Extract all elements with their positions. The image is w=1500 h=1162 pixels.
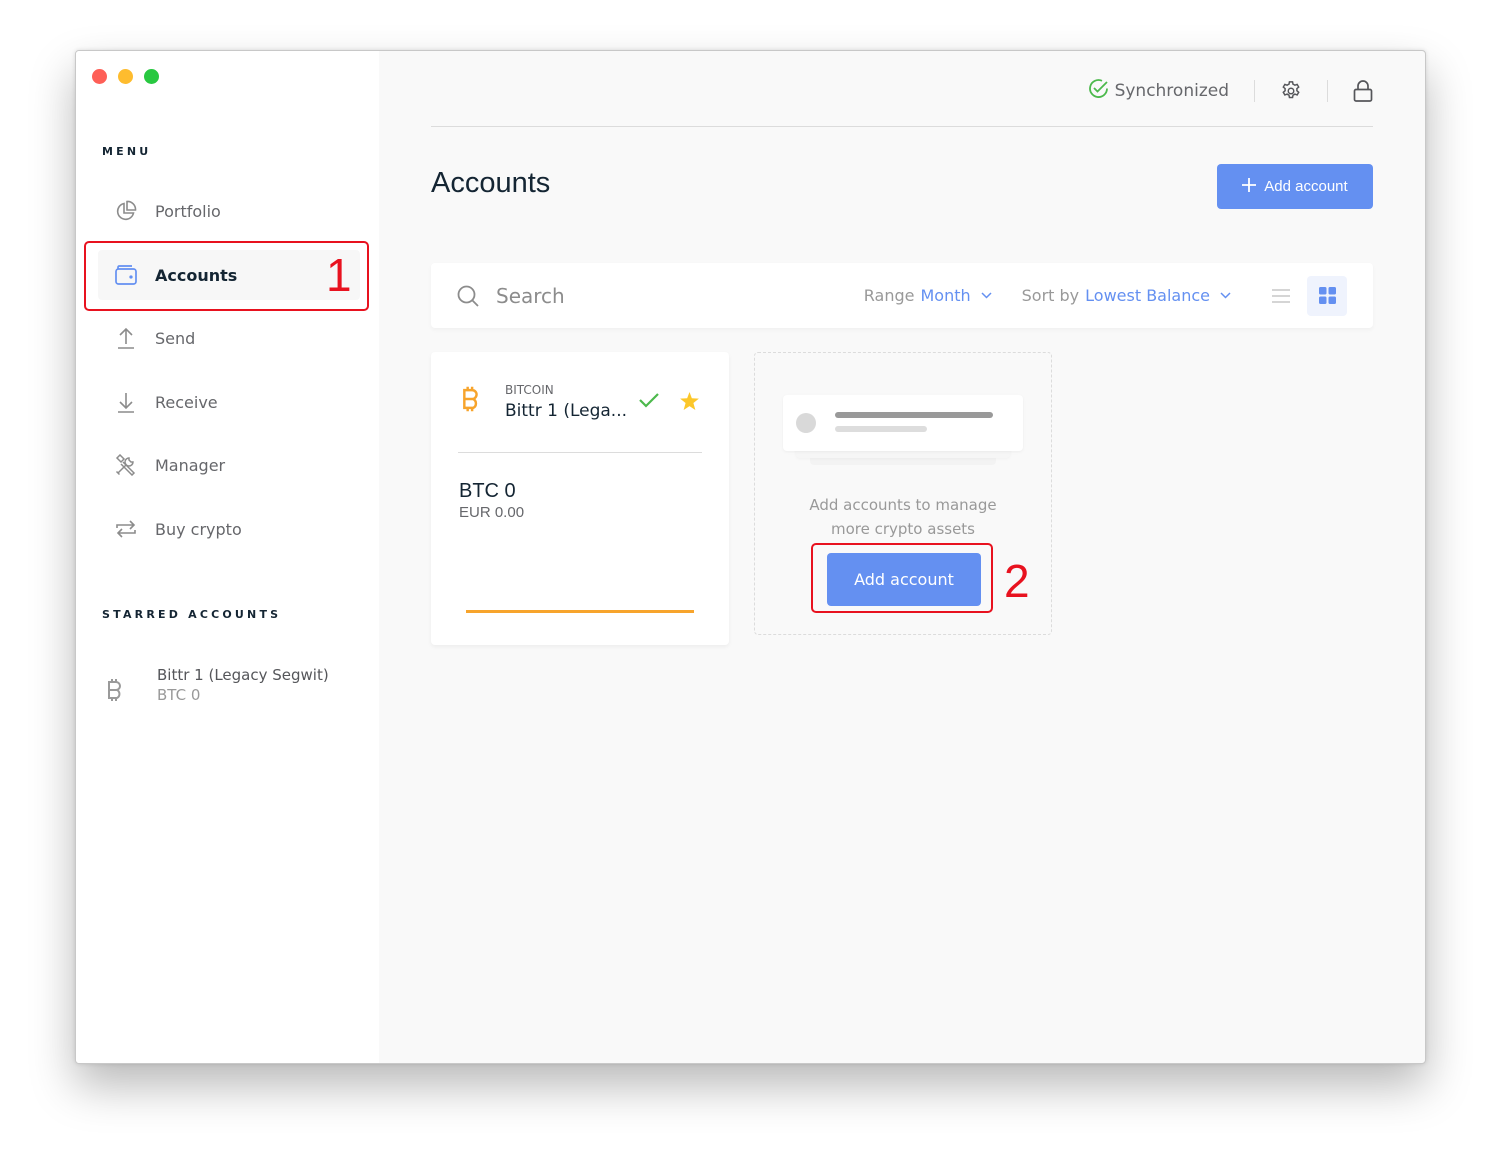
annotation-number-1: 1	[326, 249, 352, 301]
accounts-toolbar: Range Month Sort by Lowest Balance	[431, 263, 1373, 328]
sync-status-label: Synchronized	[1114, 81, 1229, 101]
placeholder-illustration	[783, 395, 1023, 465]
balance-sparkline	[466, 610, 694, 613]
account-fiat-balance: EUR 0.00	[459, 504, 525, 521]
sidebar-item-portfolio[interactable]: Portfolio	[98, 186, 360, 236]
sidebar-item-label: Send	[155, 328, 196, 348]
account-currency-family: BITCOIN	[505, 383, 554, 397]
star-icon[interactable]	[680, 392, 699, 414]
search-icon	[457, 285, 479, 307]
bitcoin-icon	[461, 385, 481, 417]
sort-value: Lowest Balance	[1085, 286, 1210, 305]
range-label: Range	[863, 286, 915, 305]
topbar-divider	[431, 126, 1373, 127]
account-name: Bittr 1 (Lega...	[505, 401, 628, 421]
starred-account-name: Bittr 1 (Legacy Segwit)	[157, 666, 329, 684]
hint-line-2: more crypto assets	[830, 520, 975, 538]
search-input[interactable]	[496, 283, 796, 308]
divider	[1327, 80, 1328, 102]
account-card[interactable]: BITCOIN Bittr 1 (Lega... BTC 0 EUR 0.00	[431, 352, 729, 645]
sidebar-item-buy-crypto[interactable]: Buy crypto	[98, 504, 360, 554]
bitcoin-icon	[106, 678, 128, 706]
menu-title: MENU	[102, 145, 152, 158]
divider	[1254, 80, 1255, 102]
close-window-button[interactable]	[92, 69, 107, 84]
sort-label: Sort by	[1021, 286, 1080, 305]
starred-account-item[interactable]: Bittr 1 (Legacy Segwit) BTC 0	[106, 666, 329, 706]
grid-view-button[interactable]	[1307, 275, 1347, 316]
add-account-label: Add account	[1264, 178, 1348, 195]
sidebar-item-label: Receive	[155, 392, 218, 412]
add-account-button[interactable]: Add account	[1217, 164, 1373, 209]
pie-chart-icon	[114, 199, 138, 223]
sidebar-item-label: Portfolio	[155, 201, 221, 221]
exchange-icon	[114, 517, 138, 541]
range-value: Month	[920, 286, 971, 305]
page-title: Accounts	[431, 167, 551, 199]
arrow-up-icon	[114, 326, 138, 350]
sidebar-item-label: Buy crypto	[155, 519, 242, 539]
chevron-down-icon	[1220, 292, 1231, 299]
annotation-number-2: 2	[1004, 555, 1030, 607]
top-bar: Synchronized	[1088, 73, 1373, 109]
tools-icon	[114, 453, 138, 477]
arrow-down-icon	[114, 390, 138, 414]
list-icon	[1272, 288, 1290, 304]
check-icon	[639, 392, 659, 412]
gear-icon[interactable]	[1280, 80, 1302, 102]
zoom-window-button[interactable]	[144, 69, 159, 84]
app-window: MENU Portfolio Accounts Send Receive Man…	[75, 50, 1426, 1064]
chevron-down-icon	[981, 292, 992, 299]
annotation-box-2	[811, 543, 993, 613]
sidebar-item-receive[interactable]: Receive	[98, 377, 360, 427]
range-dropdown[interactable]: Range Month	[864, 286, 992, 305]
window-controls	[92, 69, 159, 84]
starred-accounts-title: STARRED ACCOUNTS	[102, 608, 282, 621]
sync-status[interactable]: Synchronized	[1088, 78, 1229, 104]
list-view-button[interactable]	[1261, 276, 1301, 316]
sort-dropdown[interactable]: Sort by Lowest Balance	[1022, 286, 1231, 305]
sidebar-item-send[interactable]: Send	[98, 313, 360, 363]
search-bar	[457, 283, 864, 308]
lock-icon[interactable]	[1353, 80, 1373, 102]
check-circle-icon	[1088, 78, 1109, 104]
minimize-window-button[interactable]	[118, 69, 133, 84]
card-divider	[458, 452, 702, 453]
add-accounts-hint: Add accounts to manage more crypto asset…	[755, 493, 1051, 541]
plus-icon	[1242, 177, 1257, 196]
starred-account-balance: BTC 0	[157, 686, 201, 704]
sidebar: MENU Portfolio Accounts Send Receive Man…	[76, 51, 379, 1063]
account-balance: BTC 0	[459, 480, 516, 502]
sidebar-item-manager[interactable]: Manager	[98, 440, 360, 490]
sidebar-item-label: Manager	[155, 455, 226, 475]
hint-line-1: Add accounts to manage	[809, 496, 997, 514]
grid-icon	[1318, 287, 1336, 304]
